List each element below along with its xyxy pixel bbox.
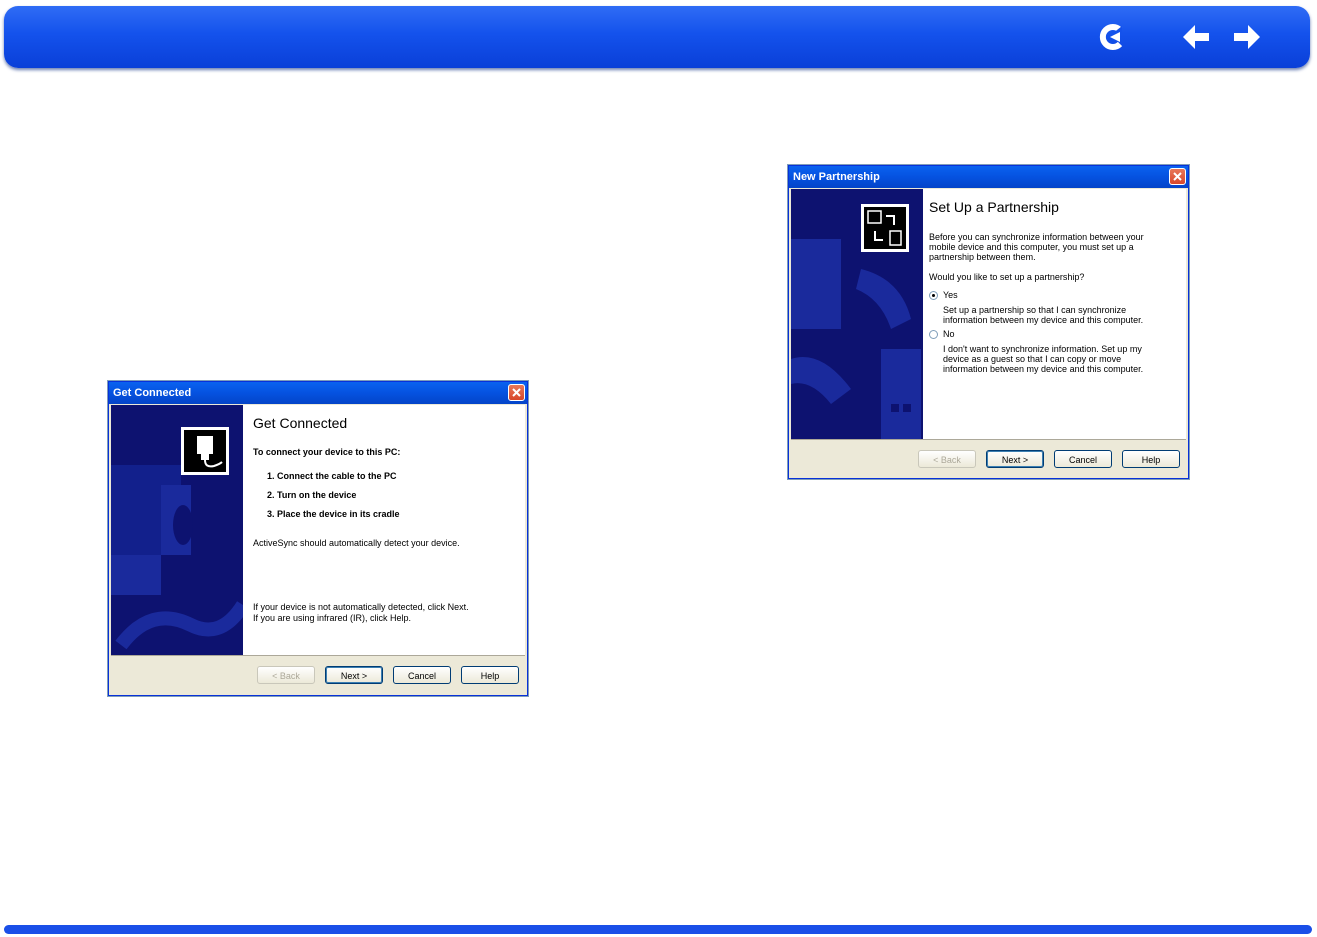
next-button[interactable]: Next > [325,666,383,684]
back-button[interactable]: < Back [257,666,315,684]
help-button[interactable]: Help [1122,450,1180,468]
dialog-heading: Get Connected [253,415,348,431]
cancel-button[interactable]: Cancel [1054,450,1112,468]
close-icon[interactable] [1169,168,1186,185]
dialog-body: Set Up a Partnership Before you can sync… [791,189,1186,440]
question-text: Would you like to set up a partnership? [929,272,1085,282]
cancel-button[interactable]: Cancel [393,666,451,684]
cable-icon [181,427,229,475]
footnote-2: If you are using infrared (IR), click He… [253,613,412,623]
next-button[interactable]: Next > [986,450,1044,468]
close-icon[interactable] [508,384,525,401]
sync-icon [861,204,909,252]
dialog-button-row: < Back Next > Cancel Help [257,666,519,684]
get-connected-dialog: Get Connected Get Connected To connect y… [108,381,528,696]
new-partnership-dialog: New Partnership Set Up a Partnership Bef… [788,165,1189,479]
bottom-bar [4,925,1312,934]
intro-line-1: Before you can synchronize information b… [929,232,1144,242]
yes-label: Yes [943,290,958,300]
yes-radio[interactable] [929,291,938,301]
next-page-icon[interactable] [1232,22,1262,52]
return-icon[interactable] [1098,22,1128,52]
yes-option[interactable]: Yes [929,290,1180,301]
dialog-title-bar: New Partnership [789,166,1188,188]
footnote-1: If your device is not automatically dete… [253,602,469,612]
intro-text: To connect your device to this PC: [253,447,401,457]
step-1: 1. Connect the cable to the PC [267,471,397,481]
no-radio[interactable] [929,330,938,340]
dialog-body: Get Connected To connect your device to … [111,405,525,656]
top-nav-bar [4,6,1310,68]
dialog-title-bar: Get Connected [109,382,527,404]
step-3: 3. Place the device in its cradle [267,509,400,519]
dialog-title: New Partnership [793,171,880,183]
auto-detect-text: ActiveSync should automatically detect y… [253,538,460,548]
dialog-heading: Set Up a Partnership [929,199,1059,215]
previous-page-icon[interactable] [1181,22,1211,52]
no-label: No [943,329,955,340]
no-desc-1: I don't want to synchronize information.… [943,344,1142,355]
step-2: 2. Turn on the device [267,490,357,500]
dialog-content: Get Connected To connect your device to … [253,405,519,655]
no-desc-3: information between my device and this c… [943,364,1144,375]
intro-line-3: partnership between them. [929,252,1036,262]
dialog-title: Get Connected [113,387,192,399]
dialog-button-row: < Back Next > Cancel Help [918,450,1180,468]
help-button[interactable]: Help [461,666,519,684]
dialog-content: Set Up a Partnership Before you can sync… [929,189,1180,439]
yes-desc-1: Set up a partnership so that I can synch… [943,305,1127,316]
no-option[interactable]: No [929,329,1180,340]
back-button[interactable]: < Back [918,450,976,468]
yes-desc-2: information between my device and this c… [943,315,1144,326]
intro-line-2: mobile device and this computer, you mus… [929,242,1134,252]
no-desc-2: device as a guest so that I can copy or … [943,354,1122,365]
